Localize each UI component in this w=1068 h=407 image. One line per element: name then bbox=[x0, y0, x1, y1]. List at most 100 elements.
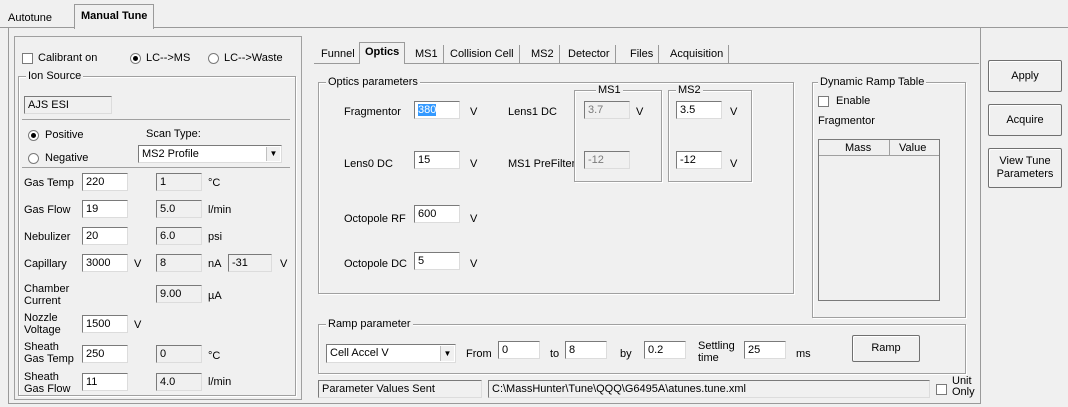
capillary-actual: 8 bbox=[156, 254, 202, 272]
sheath-gas-flow-actual: 4.0 bbox=[156, 373, 202, 391]
calibrant-checkbox[interactable] bbox=[22, 53, 33, 64]
scan-type-select[interactable]: MS2 Profile ▼ bbox=[138, 145, 282, 163]
sheath-gas-flow-unit: l/min bbox=[208, 376, 232, 388]
view-tune-parameters-button[interactable]: View Tune Parameters bbox=[988, 148, 1062, 188]
ms2-prefilter-unit: V bbox=[730, 158, 738, 170]
fragmentor-unit: V bbox=[470, 106, 478, 118]
tab-optics[interactable]: Optics bbox=[359, 42, 406, 64]
capillary-setpoint[interactable]: 3000 bbox=[82, 254, 128, 272]
tab-ms1-label: MS1 bbox=[415, 48, 438, 60]
scan-type-label: Scan Type: bbox=[146, 128, 201, 140]
ramp-ms-label: ms bbox=[796, 348, 811, 360]
tab-manual-tune[interactable]: Manual Tune bbox=[74, 4, 155, 29]
capillary-extra-unit: V bbox=[280, 258, 288, 270]
tab-ms2-label: MS2 bbox=[531, 48, 554, 60]
tab-ms1[interactable]: MS1 bbox=[410, 45, 444, 64]
sheath-gas-temp-unit: °C bbox=[208, 350, 221, 362]
gas-temp-label: Gas Temp bbox=[24, 177, 74, 189]
positive-radio[interactable] bbox=[28, 130, 39, 141]
ramp-button[interactable]: Ramp bbox=[852, 335, 920, 362]
octopole-dc-input[interactable]: 5 bbox=[414, 252, 460, 270]
tab-collision-cell[interactable]: Collision Cell bbox=[445, 45, 520, 64]
chevron-down-icon[interactable]: ▼ bbox=[440, 346, 454, 361]
ramp-table-grid[interactable]: Mass Value bbox=[818, 139, 940, 301]
optics-parameters-title: Optics parameters bbox=[326, 76, 420, 89]
lc-waste-label: LC-->Waste bbox=[224, 52, 283, 64]
octopole-rf-label: Octopole RF bbox=[344, 213, 406, 225]
sheath-gas-temp-setpoint[interactable]: 250 bbox=[82, 345, 128, 363]
tab-collision-cell-label: Collision Cell bbox=[450, 48, 514, 60]
apply-button[interactable]: Apply bbox=[988, 60, 1062, 92]
capillary-unit: nA bbox=[208, 258, 222, 270]
nebulizer-setpoint[interactable]: 20 bbox=[82, 227, 128, 245]
calibrant-label: Calibrant on bbox=[38, 52, 98, 64]
top-tab-strip bbox=[0, 0, 1068, 28]
ramp-table-col-mass[interactable]: Mass bbox=[845, 142, 871, 155]
capillary-label: Capillary bbox=[24, 258, 67, 270]
nebulizer-actual: 6.0 bbox=[156, 227, 202, 245]
chamber-current-actual: 9.00 bbox=[156, 285, 202, 303]
unit-only-checkbox[interactable] bbox=[936, 384, 947, 395]
ramp-table-enable-label: Enable bbox=[836, 95, 871, 107]
ramp-from-input[interactable]: 0 bbox=[498, 341, 540, 359]
sheath-gas-flow-setpoint[interactable]: 11 bbox=[82, 373, 128, 391]
lens0-dc-label: Lens0 DC bbox=[344, 158, 393, 170]
tab-files[interactable]: Files bbox=[625, 45, 660, 64]
ramp-table-col-value[interactable]: Value bbox=[899, 142, 926, 155]
nozzle-voltage-setpoint[interactable]: 1500 bbox=[82, 315, 128, 333]
lc-ms-label: LC-->MS bbox=[146, 52, 191, 64]
octopole-dc-unit: V bbox=[470, 258, 478, 270]
ramp-by-label: by bbox=[620, 348, 632, 360]
status-message: Parameter Values Sent bbox=[318, 380, 482, 398]
octopole-rf-input[interactable]: 600 bbox=[414, 205, 460, 223]
tab-autotune[interactable]: Autotune bbox=[4, 8, 56, 28]
fragmentor-label: Fragmentor bbox=[344, 106, 401, 118]
ms2-lens1-input[interactable]: 3.5 bbox=[676, 101, 722, 119]
tab-funnel-label: Funnel bbox=[321, 48, 355, 60]
ms2-prefilter-input[interactable]: -12 bbox=[676, 151, 722, 169]
negative-label: Negative bbox=[45, 152, 89, 164]
ms1-lens1-input: 3.7 bbox=[584, 101, 630, 119]
ramp-table-enable-checkbox[interactable] bbox=[818, 96, 829, 107]
tab-funnel[interactable]: Funnel bbox=[316, 45, 361, 64]
tab-acquisition-label: Acquisition bbox=[670, 48, 724, 60]
gas-temp-unit: °C bbox=[208, 177, 221, 189]
scan-type-value: MS2 Profile bbox=[142, 148, 199, 160]
gas-flow-setpoint[interactable]: 19 bbox=[82, 200, 128, 218]
ramp-settling-input[interactable]: 25 bbox=[744, 341, 786, 359]
chamber-current-label: Chamber Current bbox=[24, 283, 70, 307]
unit-only-label: Unit Only bbox=[952, 375, 975, 398]
capillary-extra: -31 bbox=[228, 254, 272, 272]
negative-radio[interactable] bbox=[28, 153, 39, 164]
ramp-table-param-label: Fragmentor bbox=[818, 115, 875, 127]
lc-ms-radio[interactable] bbox=[130, 53, 141, 64]
acquire-button[interactable]: Acquire bbox=[988, 104, 1062, 136]
fragmentor-input[interactable]: 380 bbox=[414, 101, 460, 119]
ms1-title: MS1 bbox=[596, 84, 623, 97]
octopole-dc-label: Octopole DC bbox=[344, 258, 407, 270]
tab-detector[interactable]: Detector bbox=[563, 45, 616, 64]
tab-ms2[interactable]: MS2 bbox=[526, 45, 560, 64]
ms1-prefilter-input: -12 bbox=[584, 151, 630, 169]
tab-acquisition[interactable]: Acquisition bbox=[665, 45, 730, 64]
gas-temp-actual: 1 bbox=[156, 173, 202, 191]
ramp-to-input[interactable]: 8 bbox=[565, 341, 607, 359]
lens0-dc-input[interactable]: 15 bbox=[414, 151, 460, 169]
fragmentor-value: 380 bbox=[418, 104, 437, 116]
tab-manual-tune-label: Manual Tune bbox=[81, 10, 148, 22]
ms1-lens1-unit: V bbox=[636, 106, 644, 118]
ramp-param-select[interactable]: Cell Accel V ▼ bbox=[326, 344, 456, 363]
chevron-down-icon[interactable]: ▼ bbox=[266, 147, 280, 161]
ms2-lens1-unit: V bbox=[730, 106, 738, 118]
gas-temp-setpoint[interactable]: 220 bbox=[82, 173, 128, 191]
sheath-gas-temp-actual: 0 bbox=[156, 345, 202, 363]
ramp-by-input[interactable]: 0.2 bbox=[644, 341, 686, 359]
lc-waste-radio[interactable] bbox=[208, 53, 219, 64]
positive-label: Positive bbox=[45, 129, 84, 141]
nozzle-voltage-label: Nozzle Voltage bbox=[24, 312, 61, 336]
ramp-parameter-title: Ramp parameter bbox=[326, 318, 413, 331]
sheath-gas-temp-label: Sheath Gas Temp bbox=[24, 341, 74, 365]
tab-detector-label: Detector bbox=[568, 48, 610, 60]
ramp-from-label: From bbox=[466, 348, 492, 360]
dynamic-ramp-table-title: Dynamic Ramp Table bbox=[818, 76, 927, 89]
